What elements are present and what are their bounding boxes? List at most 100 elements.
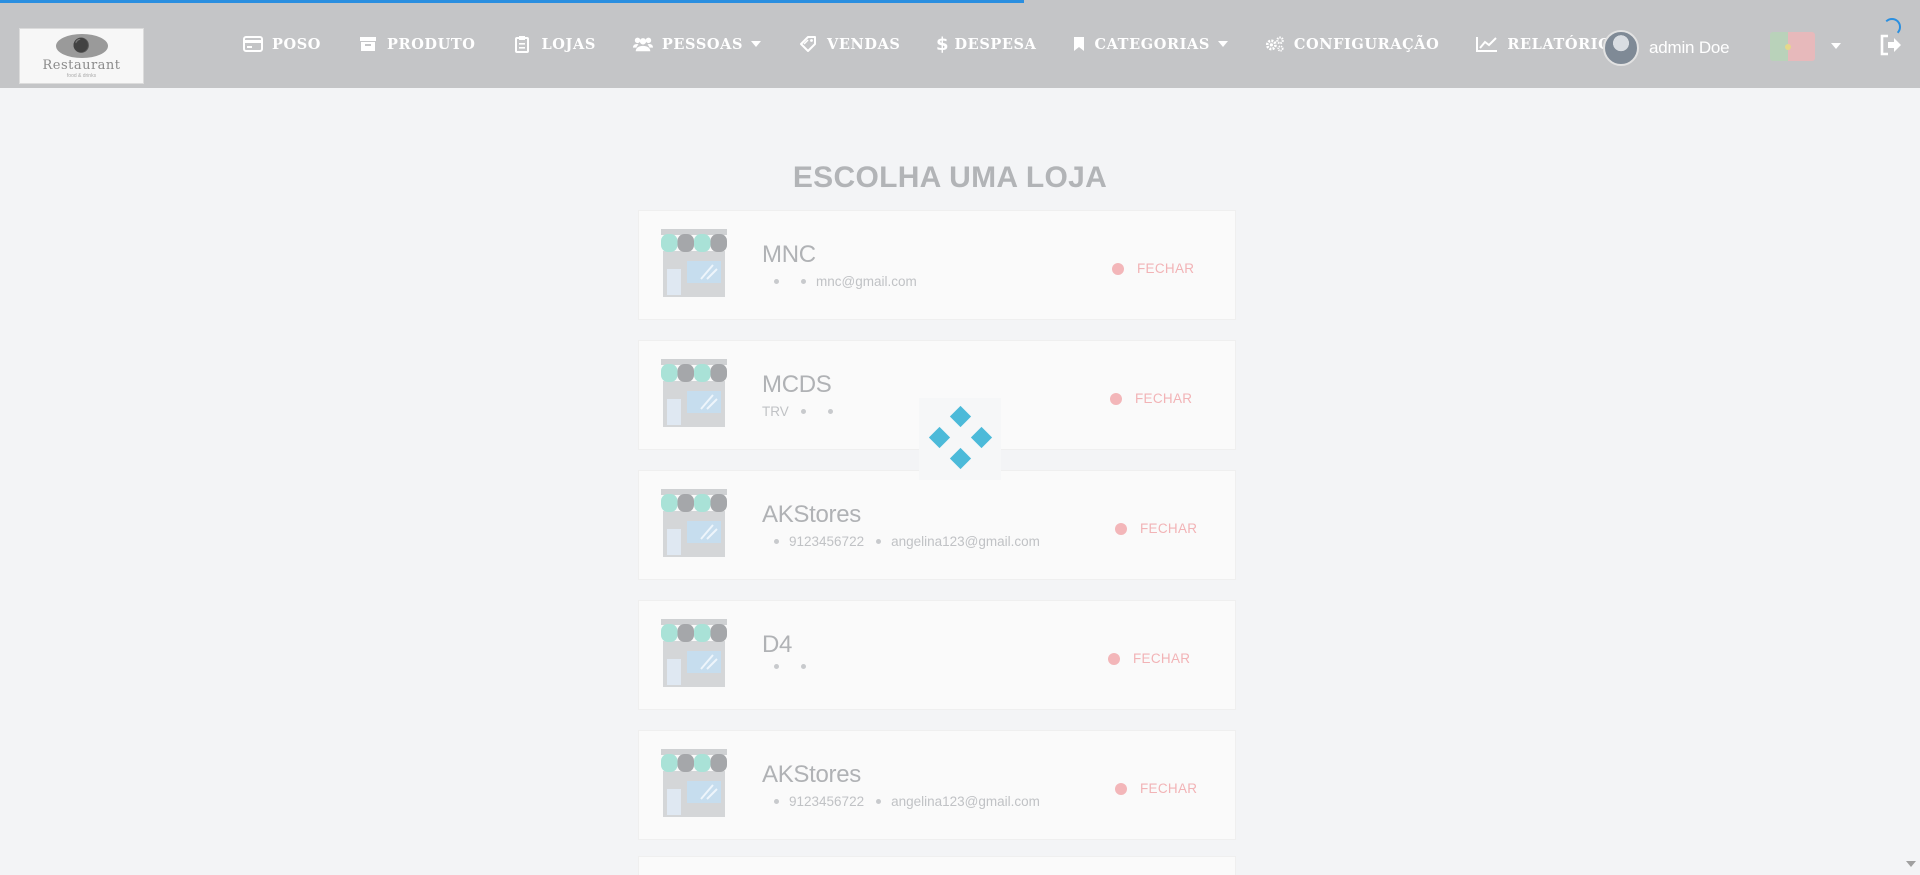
nav-label: CATEGORIAS xyxy=(1094,35,1210,53)
storefront-icon xyxy=(661,749,727,817)
store-prefix: TRV xyxy=(762,404,789,419)
store-email: angelina123@gmail.com xyxy=(891,794,1040,809)
nav-item-pessoas[interactable]: PESSOAS xyxy=(632,35,762,53)
bullet-icon xyxy=(876,799,882,804)
nav-label: CONFIGURAÇÃO xyxy=(1293,35,1440,53)
loader-diamond-icon xyxy=(970,426,993,449)
loader-diamond-icon xyxy=(928,426,951,449)
status-label: FECHAR xyxy=(1137,261,1195,276)
bullet-icon xyxy=(774,539,779,544)
nav-item-categorias[interactable]: CATEGORIAS xyxy=(1073,35,1228,53)
status-label: FECHAR xyxy=(1135,391,1193,406)
page-title: ESCOLHA UMA LOJA xyxy=(792,161,1108,194)
user-menu[interactable]: admin Doe xyxy=(1603,30,1730,66)
tag-icon xyxy=(798,35,818,53)
nav-label: POSO xyxy=(272,35,322,53)
line-chart-icon xyxy=(1476,35,1498,53)
nav-item-configuracao[interactable]: CONFIGURAÇÃO xyxy=(1265,35,1439,53)
store-card[interactable]: AKStores 9123456722 angelina123@gmail.co… xyxy=(638,470,1236,580)
nav-item-poso[interactable]: POSO xyxy=(243,35,321,53)
avatar xyxy=(1603,30,1639,66)
nav-item-vendas[interactable]: VENDAS xyxy=(798,35,900,53)
loader-diamond-icon xyxy=(949,405,972,428)
nav-item-relatorios[interactable]: RELATÓRIOS xyxy=(1476,35,1622,53)
store-details xyxy=(762,664,816,669)
status-dot-icon xyxy=(1115,782,1127,795)
nav-label: DESPESA xyxy=(954,35,1037,53)
chevron-down-icon xyxy=(751,41,762,47)
store-list: MNC mnc@gmail.com FECHAR MCDS TRV FECHAR… xyxy=(638,210,1236,860)
top-navbar: ⚫ Restaurant food & drinks POSO PRODUTO … xyxy=(0,0,1920,88)
store-phone: 9123456722 xyxy=(789,534,865,549)
status-badge: FECHAR xyxy=(1108,651,1190,666)
nav-label: LOJAS xyxy=(541,35,596,53)
status-label: FECHAR xyxy=(1140,781,1198,796)
store-name: MNC xyxy=(762,241,816,268)
chevron-down-icon[interactable] xyxy=(1831,43,1841,49)
status-label: FECHAR xyxy=(1140,521,1198,536)
storefront-icon xyxy=(661,619,727,687)
nav-item-produto[interactable]: PRODUTO xyxy=(358,35,475,53)
store-email: angelina123@gmail.com xyxy=(891,534,1040,549)
store-email: mnc@gmail.com xyxy=(816,274,917,289)
clipboard-icon xyxy=(512,35,532,53)
cutlery-icon: ⚫ xyxy=(55,33,108,58)
bullet-icon xyxy=(800,409,806,414)
nav-item-lojas[interactable]: LOJAS xyxy=(512,35,595,53)
bullet-icon xyxy=(876,539,882,544)
status-dot-icon xyxy=(1115,522,1127,535)
restaurant-logo[interactable]: ⚫ Restaurant food & drinks xyxy=(19,28,144,84)
bullet-icon xyxy=(801,664,806,669)
bookmark-icon xyxy=(1073,35,1085,53)
storefront-icon xyxy=(661,489,727,557)
logo-tagline: food & drinks xyxy=(66,72,97,79)
store-name: AKStores xyxy=(762,501,861,528)
status-dot-icon xyxy=(1112,262,1124,275)
users-icon xyxy=(632,35,653,53)
scroll-down-arrow-icon[interactable] xyxy=(1906,861,1916,867)
bullet-icon xyxy=(774,799,779,804)
store-details: TRV xyxy=(762,404,843,419)
nav-label: VENDAS xyxy=(827,35,901,53)
dollar-icon: $ xyxy=(935,33,950,55)
store-card[interactable]: MNC mnc@gmail.com FECHAR xyxy=(638,210,1236,320)
nav-item-despesa[interactable]: $ DESPESA xyxy=(935,33,1037,55)
chevron-down-icon xyxy=(1217,41,1228,47)
store-details: 9123456722 angelina123@gmail.com xyxy=(762,534,1040,549)
archive-box-icon xyxy=(358,35,378,53)
logo-text: Restaurant xyxy=(42,57,121,73)
nav-label: PRODUTO xyxy=(387,35,476,53)
store-name: AKStores xyxy=(762,761,861,788)
gears-icon xyxy=(1265,35,1285,53)
portugal-flag-icon[interactable] xyxy=(1770,32,1815,61)
status-badge: FECHAR xyxy=(1112,261,1194,276)
status-badge: FECHAR xyxy=(1115,781,1197,796)
bullet-icon xyxy=(774,664,779,669)
loader-diamond-icon xyxy=(949,447,972,470)
status-badge: FECHAR xyxy=(1115,521,1197,536)
status-label: FECHAR xyxy=(1133,651,1191,666)
storefront-icon xyxy=(661,359,727,427)
nav-label: PESSOAS xyxy=(661,35,744,53)
store-details: 9123456722 angelina123@gmail.com xyxy=(762,794,1040,809)
user-name: admin Doe xyxy=(1649,38,1730,57)
status-badge: FECHAR xyxy=(1110,391,1192,406)
store-details: mnc@gmail.com xyxy=(762,274,917,289)
store-phone: 9123456722 xyxy=(789,794,865,809)
store-name: D4 xyxy=(762,631,793,658)
status-dot-icon xyxy=(1110,392,1122,405)
store-card[interactable]: D4 FECHAR xyxy=(638,600,1236,710)
store-card[interactable] xyxy=(638,856,1236,875)
page-load-progress xyxy=(0,0,1024,3)
credit-card-icon xyxy=(243,35,263,53)
logout-icon[interactable] xyxy=(1879,33,1903,57)
bullet-icon xyxy=(774,279,779,284)
storefront-icon xyxy=(661,229,727,297)
loading-indicator xyxy=(919,398,1001,480)
bullet-icon xyxy=(801,279,806,284)
bullet-icon xyxy=(827,409,833,414)
store-card[interactable]: AKStores 9123456722 angelina123@gmail.co… xyxy=(638,730,1236,840)
status-dot-icon xyxy=(1108,652,1120,665)
store-name: MCDS xyxy=(762,371,832,398)
main-nav: POSO PRODUTO LOJAS PESSOAS VENDAS $ DESP… xyxy=(243,32,1659,56)
